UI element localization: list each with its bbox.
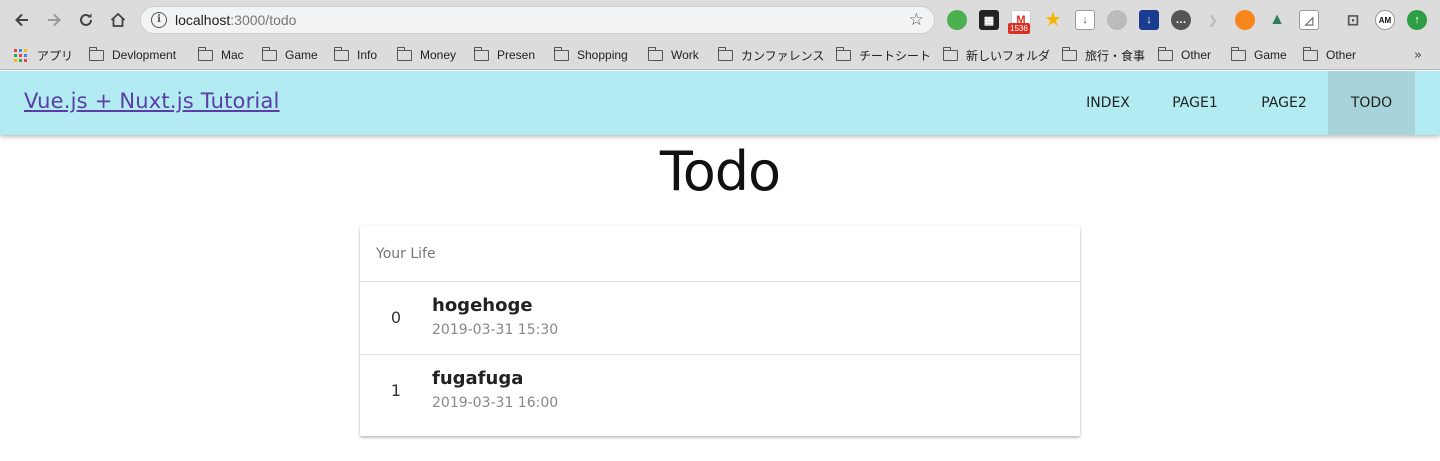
nav-item-index[interactable]: INDEX [1066, 71, 1150, 135]
gmail-unread-badge: 1536 [1008, 23, 1030, 34]
bookmark-folder[interactable]: Mac [198, 45, 244, 65]
profile-avatar-icon[interactable]: AM [1375, 10, 1395, 30]
bookmark-folder[interactable]: Game [1231, 45, 1287, 65]
page-title: Todo [659, 140, 781, 203]
folder-icon [554, 46, 569, 61]
todo-list-item[interactable]: 1 fugafuga 2019-03-31 16:00 [360, 355, 1080, 428]
apps-grid-icon [14, 48, 27, 62]
bookmark-folder[interactable]: Presen [474, 45, 535, 65]
chat-extension-icon[interactable] [1107, 10, 1127, 30]
forward-arrow-icon [48, 13, 61, 27]
site-info-icon[interactable]: i [151, 12, 167, 28]
todo-list-item[interactable]: 0 hogehoge 2019-03-31 15:30 [360, 282, 1080, 355]
todo-date: 2019-03-31 15:30 [432, 322, 559, 338]
todo-index: 0 [390, 308, 402, 327]
bookmarks-bar: アプリ Devlopment Mac Game Info Money Prese… [0, 40, 1440, 70]
nav-item-todo[interactable]: TODO [1328, 71, 1415, 135]
cast-icon[interactable]: ⊡ [1343, 10, 1363, 30]
list-subheader: Your Life [360, 226, 1080, 282]
reload-button[interactable] [74, 8, 98, 32]
folder-icon [1158, 46, 1173, 61]
folder-icon [1303, 46, 1318, 61]
folder-icon [89, 46, 104, 61]
folder-icon [397, 46, 412, 61]
bookmark-folder[interactable]: Info [334, 45, 377, 65]
bookmark-folder[interactable]: Work [648, 45, 699, 65]
folder-icon [198, 46, 213, 61]
bookmark-folder[interactable]: カンファレンス [718, 45, 824, 65]
folder-icon [1231, 46, 1246, 61]
app-navbar: Vue.js + Nuxt.js Tutorial INDEX PAGE1 PA… [0, 71, 1440, 135]
update-icon[interactable]: ↑ [1407, 10, 1427, 30]
folder-icon [334, 46, 349, 61]
download-extension-icon[interactable]: ↓ [1075, 10, 1095, 30]
arrow-extension-icon[interactable]: ❯ [1203, 10, 1223, 30]
todo-list-card: Your Life 0 hogehoge 2019-03-31 15:30 1 … [360, 226, 1080, 436]
bookmark-folder[interactable]: 旅行・食事 [1062, 45, 1145, 65]
folder-icon [262, 46, 277, 61]
folder-icon [1062, 46, 1077, 61]
vue-devtools-extension-icon[interactable]: ▲ [1267, 10, 1287, 30]
browser-toolbar: i localhost:3000/todo ☆ ▦ M 1536 ★ ↓ ↓ …… [0, 0, 1440, 40]
bookmark-folder[interactable]: チートシート [836, 45, 931, 65]
brand-link[interactable]: Vue.js + Nuxt.js Tutorial [24, 89, 280, 113]
bookmark-apps[interactable]: アプリ [14, 45, 73, 65]
nav-item-page1[interactable]: PAGE1 [1154, 71, 1236, 135]
line-extension-icon[interactable]: … [1171, 10, 1191, 30]
todo-date: 2019-03-31 16:00 [432, 395, 559, 411]
bookmarks-overflow-button[interactable]: » [1414, 48, 1422, 63]
reload-icon [80, 13, 92, 26]
todo-index: 1 [390, 381, 402, 400]
folder-icon [648, 46, 663, 61]
address-bar[interactable]: i localhost:3000/todo ☆ [140, 6, 935, 34]
folder-icon [943, 46, 958, 61]
home-icon [110, 12, 126, 27]
bookmark-folder[interactable]: Game [262, 45, 318, 65]
image-extension-icon[interactable]: ◿ [1299, 10, 1319, 30]
home-button[interactable] [106, 8, 130, 32]
bookmark-folder[interactable]: Shopping [554, 45, 628, 65]
bookmark-folder[interactable]: Other [1158, 45, 1211, 65]
folder-icon [474, 46, 489, 61]
url-text: localhost:3000/todo [175, 12, 297, 28]
folder-icon [836, 46, 851, 61]
bookmark-folder[interactable]: Devlopment [89, 45, 176, 65]
back-arrow-icon [15, 13, 28, 27]
bookmark-folder[interactable]: Money [397, 45, 456, 65]
bookmark-folder[interactable]: 新しいフォルダ [943, 45, 1050, 65]
star-extension-icon[interactable]: ★ [1043, 10, 1063, 30]
forward-button[interactable] [42, 8, 66, 32]
grid-extension-icon[interactable]: ▦ [979, 10, 999, 30]
metamask-extension-icon[interactable] [1235, 10, 1255, 30]
bookmark-folder[interactable]: Other [1303, 45, 1356, 65]
back-button[interactable] [10, 8, 34, 32]
todo-title: fugafuga [432, 368, 524, 389]
folder-icon [718, 46, 733, 61]
pocket-extension-icon[interactable]: ↓ [1139, 10, 1159, 30]
evernote-extension-icon[interactable] [947, 10, 967, 30]
nav-item-page2[interactable]: PAGE2 [1241, 71, 1327, 135]
bookmark-star-icon[interactable]: ☆ [909, 10, 924, 30]
todo-title: hogehoge [432, 295, 533, 316]
